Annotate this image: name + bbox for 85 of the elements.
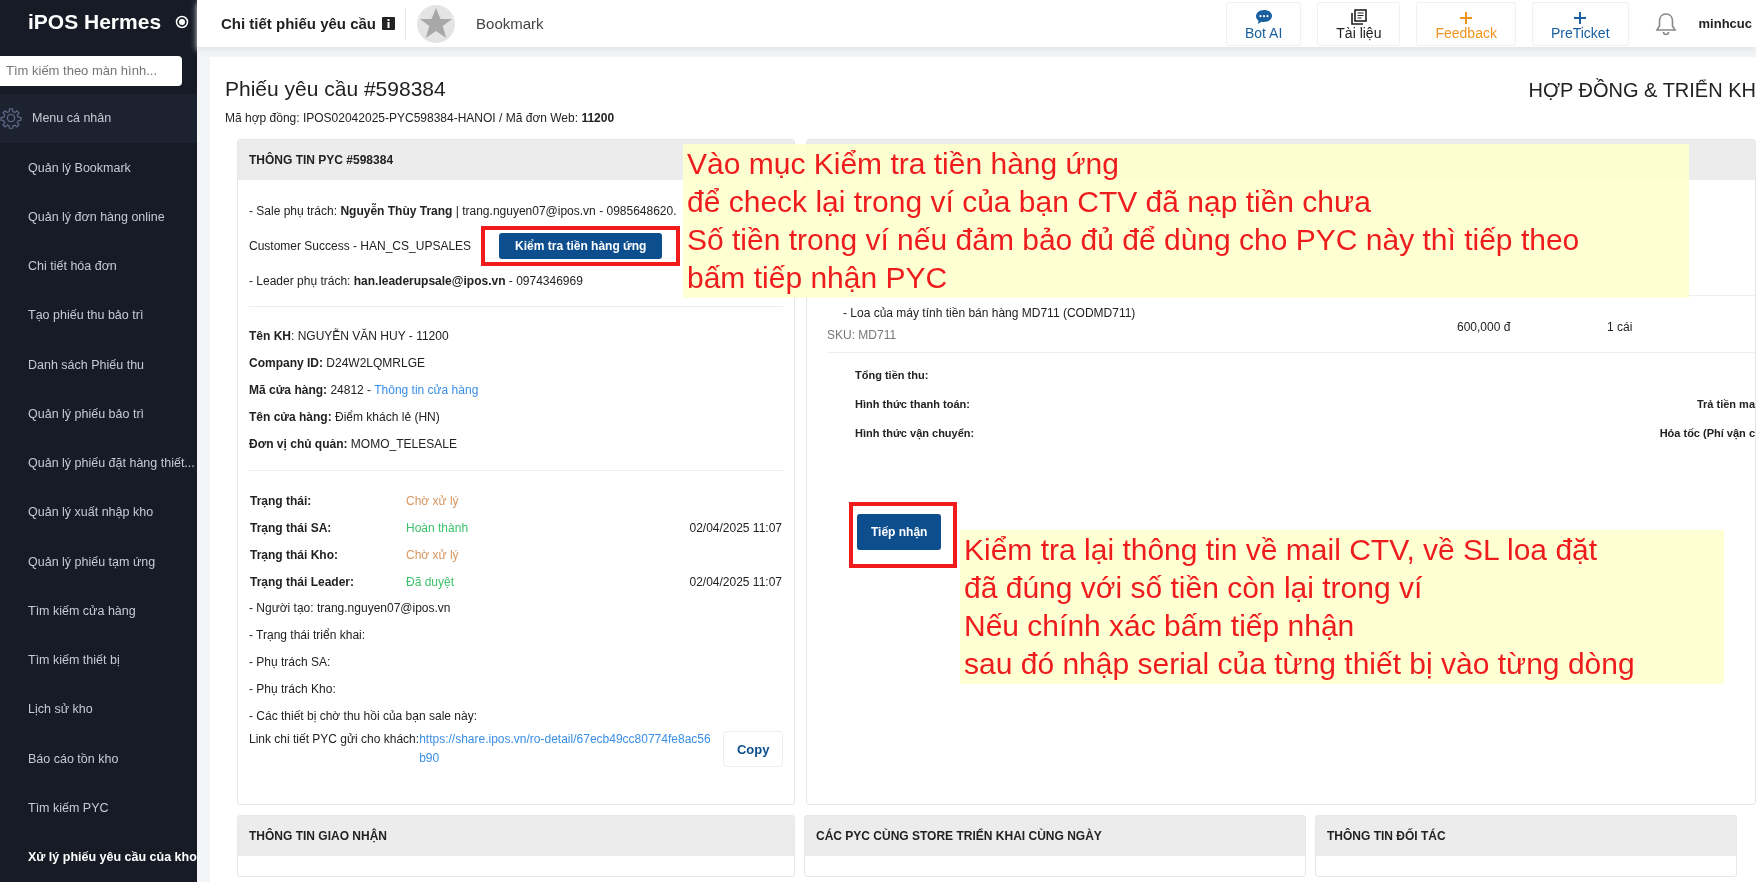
sidebar-item[interactable]: Quản lý Bookmark: [0, 142, 197, 193]
customer-field: Tên cửa hàng: Điểm khách lẻ (HN): [249, 410, 440, 424]
sidebar-item[interactable]: Xử lý phiếu yêu cầu của kho: [0, 832, 197, 882]
panel-title: THÔNG TIN GIAO NHẬN: [249, 829, 387, 843]
annotation-line: bấm tiếp nhận PYC: [687, 260, 948, 296]
status-value: Đã duyệt: [406, 575, 456, 589]
annotation-line: sau đó nhập serial của từng thiết bị vào từng dòng: [964, 646, 1635, 682]
leader-info: - Leader phụ trách: han.leaderupsale@ipos.vn - 0974346969: [249, 273, 583, 290]
sidebar-item[interactable]: Quản lý xuất nhập kho: [0, 487, 197, 538]
sidebar-item[interactable]: Menu cá nhân: [0, 93, 197, 143]
status-value: Hoàn thành: [406, 521, 470, 535]
annotation-line: để check lại trong ví của bạn CTV đã nạp tiền chưa: [687, 184, 1371, 220]
status-label: Trạng thái SA:: [250, 521, 333, 535]
check-balance-button[interactable]: Kiểm tra tiền hàng ứng: [499, 233, 663, 259]
note-line: - Các thiết bị chờ thu hồi của bạn sale này:: [249, 708, 477, 725]
note-line: - Phụ trách SA:: [249, 654, 331, 671]
annotation-line: đã đúng với số tiền còn lại trong ví: [964, 570, 1423, 606]
toolbar-button[interactable]: Tài liệu: [1317, 1, 1401, 46]
customer-field: Tên KH: NGUYỄN VĂN HUY - 11200: [249, 329, 449, 343]
toolbar-button[interactable]: Bot AI: [1225, 1, 1302, 46]
book-icon: [1350, 8, 1367, 25]
sidebar-item[interactable]: Tạo phiếu thu bảo trì: [0, 290, 197, 340]
info-icon[interactable]: [382, 17, 396, 30]
accept-button[interactable]: Tiếp nhận: [857, 514, 942, 550]
annotation-line: Kiểm tra lại thông tin về mail CTV, về SL loa đặt: [964, 532, 1598, 568]
summary-label: Tổng tiền thu:: [855, 369, 929, 383]
status-label: Trạng thái Leader:: [250, 575, 356, 589]
customer-field: Mã cửa hàng: 24812 -: [249, 383, 375, 397]
settings-icon: [0, 107, 22, 130]
note-line: - Trạng thái triển khai:: [249, 627, 366, 644]
user-name[interactable]: minhcuc: [1698, 16, 1756, 31]
panel-title: CÁC PYC CÙNG STORE TRIỂN KHAI CÙNG NGÀY: [816, 829, 1102, 843]
section-heading: HỢP ĐỒNG & TRIỂN KH: [1528, 79, 1756, 103]
customer-field: Đơn vị chủ quản: MOMO_TELESALE: [249, 437, 457, 451]
detail-link[interactable]: https://share.ipos.vn/ro-detail/67ecb49cc80774fe8ac56b90: [419, 730, 716, 768]
page-heading: Chi tiết phiếu yêu cầu: [221, 15, 377, 32]
bookmark-link[interactable]: Bookmark: [476, 15, 544, 32]
sidebar-item[interactable]: Lịch sử kho: [0, 684, 197, 735]
annotation-line: Nếu chính xác bấm tiếp nhận: [964, 608, 1355, 644]
summary-value: Hỏa tốc (Phí vận c: [1659, 427, 1755, 442]
panel-title: THÔNG TIN PYC #598384: [249, 153, 394, 167]
copy-button[interactable]: Copy: [723, 731, 783, 767]
summary-value: Trả tiền ma: [1696, 398, 1755, 412]
customer-field: Company ID: D24W2LQMRLGE: [249, 356, 426, 370]
sidebar-item[interactable]: Tìm kiếm PYC: [0, 783, 197, 833]
plus-icon: [1459, 10, 1474, 25]
app-name: iPOS Hermes: [28, 9, 162, 34]
status-value: Chờ xử lý: [406, 548, 460, 562]
note-line: - Phụ trách Kho:: [249, 681, 336, 698]
notification-icon[interactable]: [1654, 11, 1677, 36]
product-sku: SKU: MD711: [827, 328, 898, 342]
sale-info: - Sale phụ trách: Nguyễn Thùy Trang | trang.nguyen07@ipos.vn - 0985648620.: [249, 202, 677, 220]
status-time: 02/04/2025 11:07: [689, 521, 782, 535]
link-label: Link chi tiết PYC gửi cho khách:: [249, 731, 420, 748]
sidebar-item[interactable]: Báo cáo tồn kho: [0, 734, 197, 784]
quantity: 1 cái: [1607, 319, 1633, 336]
contract-info: Mã hợp đồng: IPOS02042025-PYC598384-HANOI / Mã đơn Web: 11200: [225, 111, 615, 125]
sidebar-item[interactable]: Quản lý phiếu bảo trì: [0, 389, 197, 439]
sidebar-item[interactable]: Quản lý phiếu đặt hàng thiết...: [0, 438, 197, 488]
store-info-link[interactable]: Thông tin cửa hàng: [374, 383, 479, 397]
plus-icon: [1573, 10, 1588, 25]
search-field[interactable]: Tìm kiếm theo màn hình...: [0, 55, 182, 86]
sidebar-item[interactable]: Quản lý đơn hàng online: [0, 192, 197, 242]
product-name: - Loa của máy tính tiền bán hàng MD711 (CODMD711): [842, 306, 1137, 320]
toolbar-button[interactable]: PreTicket: [1531, 1, 1629, 46]
sidebar-item[interactable]: Tìm kiếm thiết bị: [0, 635, 197, 685]
note-line: - Người tạo: trang.nguyen07@ipos.vn: [249, 600, 451, 617]
sidebar-item[interactable]: Chi tiết hóa đơn: [0, 241, 197, 291]
sidebar-item[interactable]: Quản lý phiếu tạm ứng: [0, 537, 197, 587]
request-title: Phiếu yêu cầu #598384: [225, 77, 447, 101]
status-time: 02/04/2025 11:07: [689, 575, 782, 589]
chat-bubble-icon: [1254, 8, 1273, 25]
annotation-line: Vào mục Kiểm tra tiền hàng ứng: [687, 146, 1119, 182]
status-label: Trạng thái:: [250, 494, 313, 508]
panel-title: THÔNG TIN ĐỐI TÁC: [1327, 829, 1446, 843]
summary-label: Hình thức vận chuyển:: [855, 427, 975, 442]
unit-price: 600,000 đ: [1457, 319, 1512, 336]
sidebar-item[interactable]: Tìm kiếm cửa hàng: [0, 586, 197, 636]
team-info: Customer Success - HAN_CS_UPSALES: [249, 239, 472, 253]
sidebar-item[interactable]: Danh sách Phiếu thu: [0, 340, 197, 390]
status-value: Chờ xử lý: [406, 494, 460, 508]
status-label: Trạng thái Kho:: [250, 548, 339, 562]
radio-icon[interactable]: [175, 14, 190, 29]
summary-label: Hình thức thanh toán:: [855, 398, 970, 412]
annotation-line: Số tiền trong ví nếu đảm bảo đủ để dùng cho PYC này thì tiếp theo: [687, 222, 1580, 258]
